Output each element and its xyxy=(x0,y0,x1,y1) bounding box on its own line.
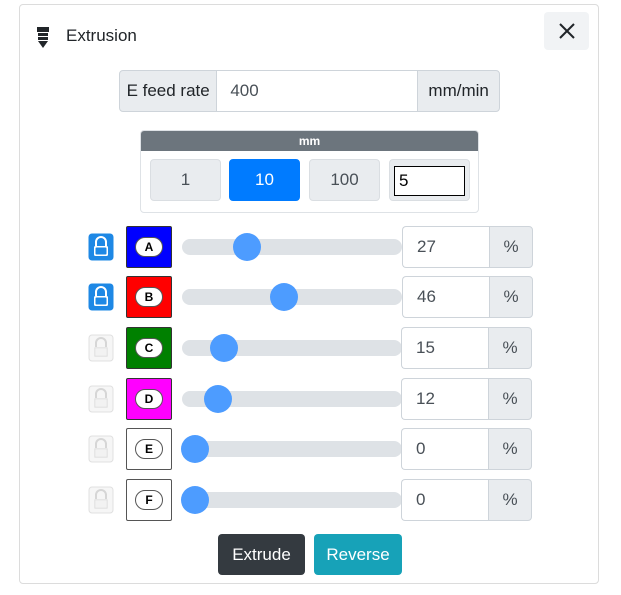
channel-value-unit: % xyxy=(489,226,533,268)
feed-rate-unit: mm/min xyxy=(417,70,500,112)
channel-color-swatch[interactable]: B xyxy=(126,276,172,318)
channel-letter: A xyxy=(135,237,163,257)
channel-slider[interactable] xyxy=(182,283,402,311)
mm-custom-group xyxy=(389,159,470,201)
slider-thumb[interactable] xyxy=(233,233,262,261)
mm-step-header: mm xyxy=(141,131,478,151)
channel-row: F% xyxy=(0,479,621,521)
channel-value-input[interactable] xyxy=(402,276,489,318)
channel-row: A% xyxy=(0,226,621,268)
channel-slider[interactable] xyxy=(182,385,402,413)
channel-letter: B xyxy=(135,287,163,307)
slider-thumb[interactable] xyxy=(204,385,233,413)
lock-open-icon[interactable] xyxy=(88,435,114,463)
channel-color-swatch[interactable]: F xyxy=(126,479,172,521)
channel-letter: D xyxy=(135,389,163,409)
channel-value-unit: % xyxy=(488,479,532,521)
channel-slider[interactable] xyxy=(182,233,402,261)
channel-letter: C xyxy=(135,338,163,358)
lock-closed-icon[interactable] xyxy=(88,283,114,311)
mm-step-1-button[interactable]: 1 xyxy=(150,159,221,201)
feed-rate-label: E feed rate xyxy=(119,70,218,112)
slider-thumb[interactable] xyxy=(270,283,299,311)
channel-slider[interactable] xyxy=(181,435,402,463)
lock-closed-icon[interactable] xyxy=(88,233,114,261)
channel-slider[interactable] xyxy=(182,334,402,362)
slider-thumb[interactable] xyxy=(210,334,239,362)
channel-row: D% xyxy=(0,378,621,420)
channel-value-input[interactable] xyxy=(401,479,488,521)
channel-letter: F xyxy=(135,490,163,510)
channel-row: E% xyxy=(0,428,621,470)
channel-value-group: % xyxy=(401,428,532,470)
lock-open-icon[interactable] xyxy=(88,334,114,362)
reverse-button[interactable]: Reverse xyxy=(314,534,402,575)
channel-value-unit: % xyxy=(488,327,532,369)
channel-value-input[interactable] xyxy=(401,327,488,369)
channel-value-group: % xyxy=(401,327,532,369)
channel-value-group: % xyxy=(402,226,533,268)
feed-rate-group: E feed rate mm/min xyxy=(119,70,500,112)
channel-value-group: % xyxy=(401,378,532,420)
close-button[interactable] xyxy=(544,12,589,50)
channel-value-input[interactable] xyxy=(402,226,489,268)
channel-row: C% xyxy=(0,327,621,369)
mm-step-100-button[interactable]: 100 xyxy=(309,159,380,201)
channel-value-group: % xyxy=(402,276,533,318)
channel-color-swatch[interactable]: A xyxy=(126,226,172,268)
channel-row: B% xyxy=(0,276,621,318)
channel-value-input[interactable] xyxy=(401,428,488,470)
channel-value-unit: % xyxy=(489,276,533,318)
channel-letter: E xyxy=(135,439,163,459)
channel-value-unit: % xyxy=(488,378,532,420)
channel-value-input[interactable] xyxy=(401,378,488,420)
feed-rate-input[interactable] xyxy=(217,70,418,112)
mm-custom-input[interactable] xyxy=(394,166,465,196)
lock-open-icon[interactable] xyxy=(88,486,114,514)
mm-step-box: mm 1 10 100 xyxy=(140,130,479,213)
channel-value-unit: % xyxy=(488,428,532,470)
channel-color-swatch[interactable]: E xyxy=(126,428,172,470)
slider-thumb[interactable] xyxy=(181,435,209,463)
extruder-icon xyxy=(37,27,49,48)
extrude-button[interactable]: Extrude xyxy=(218,534,305,575)
channel-color-swatch[interactable]: C xyxy=(126,327,172,369)
channel-slider[interactable] xyxy=(181,486,402,514)
lock-open-icon[interactable] xyxy=(88,385,114,413)
slider-thumb[interactable] xyxy=(181,486,209,514)
mm-step-10-button[interactable]: 10 xyxy=(229,159,300,201)
channel-value-group: % xyxy=(401,479,532,521)
close-icon xyxy=(558,23,575,39)
page-title: Extrusion xyxy=(66,26,137,45)
channel-color-swatch[interactable]: D xyxy=(126,378,172,420)
